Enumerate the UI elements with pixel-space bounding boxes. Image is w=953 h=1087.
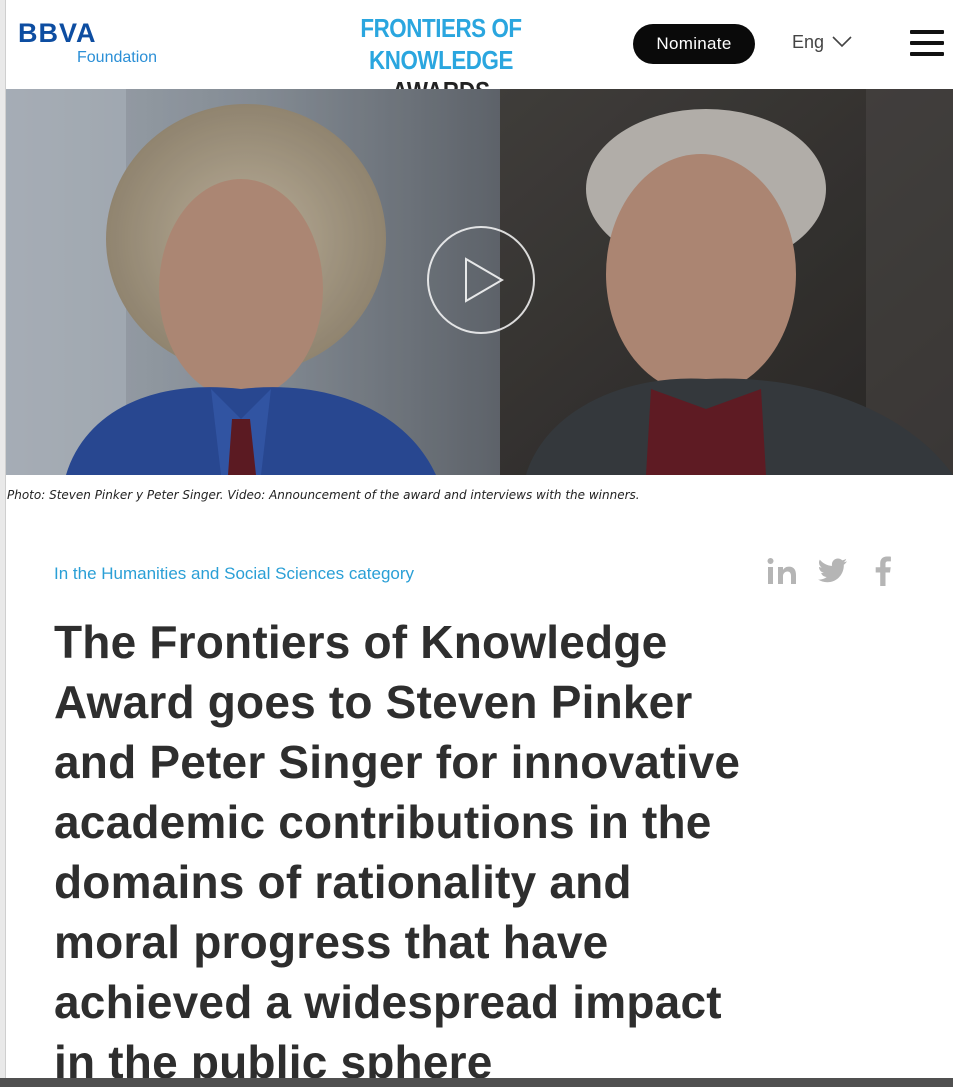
- headline-line: The Frontiers of Knowledge: [54, 616, 668, 668]
- hamburger-menu-icon[interactable]: [910, 30, 944, 56]
- headline-line: and Peter Singer for innovative: [54, 736, 741, 788]
- brand-title-line1: FRONTIERS OF KNOWLEDGE: [360, 13, 522, 75]
- category-link[interactable]: In the Humanities and Social Sciences ca…: [54, 564, 414, 584]
- headline-line: moral progress that have: [54, 916, 609, 968]
- logo-brand-text: BBVA: [18, 18, 97, 48]
- linkedin-share-button[interactable]: [765, 556, 799, 590]
- language-selector[interactable]: Eng: [792, 32, 852, 53]
- linkedin-icon: [767, 557, 797, 590]
- logo-sub-text: Foundation: [77, 49, 158, 66]
- article-headline: The Frontiers of Knowledge Award goes to…: [54, 612, 814, 1087]
- hero-video[interactable]: [6, 89, 953, 475]
- play-icon: [456, 255, 506, 305]
- facebook-icon: [875, 556, 891, 591]
- bbva-foundation-logo[interactable]: BBVA Foundation: [18, 18, 157, 68]
- headline-line: academic contributions in the: [54, 796, 712, 848]
- facebook-share-button[interactable]: [868, 556, 898, 590]
- twitter-share-button[interactable]: [816, 556, 850, 590]
- nominate-button[interactable]: Nominate: [633, 24, 755, 64]
- headline-line: Award goes to Steven Pinker: [54, 676, 693, 728]
- headline-line: achieved a widespread impact: [54, 976, 722, 1028]
- headline-line: domains of rationality and: [54, 856, 632, 908]
- twitter-icon: [818, 558, 848, 589]
- language-label: Eng: [792, 32, 825, 52]
- play-video-button[interactable]: [427, 226, 535, 334]
- site-header: BBVA Foundation FRONTIERS OF KNOWLEDGE A…: [6, 0, 953, 106]
- browser-bottom-edge: [0, 1078, 953, 1087]
- chevron-down-icon: [832, 32, 852, 53]
- photo-caption: Photo: Steven Pinker y Peter Singer. Vid…: [7, 488, 640, 502]
